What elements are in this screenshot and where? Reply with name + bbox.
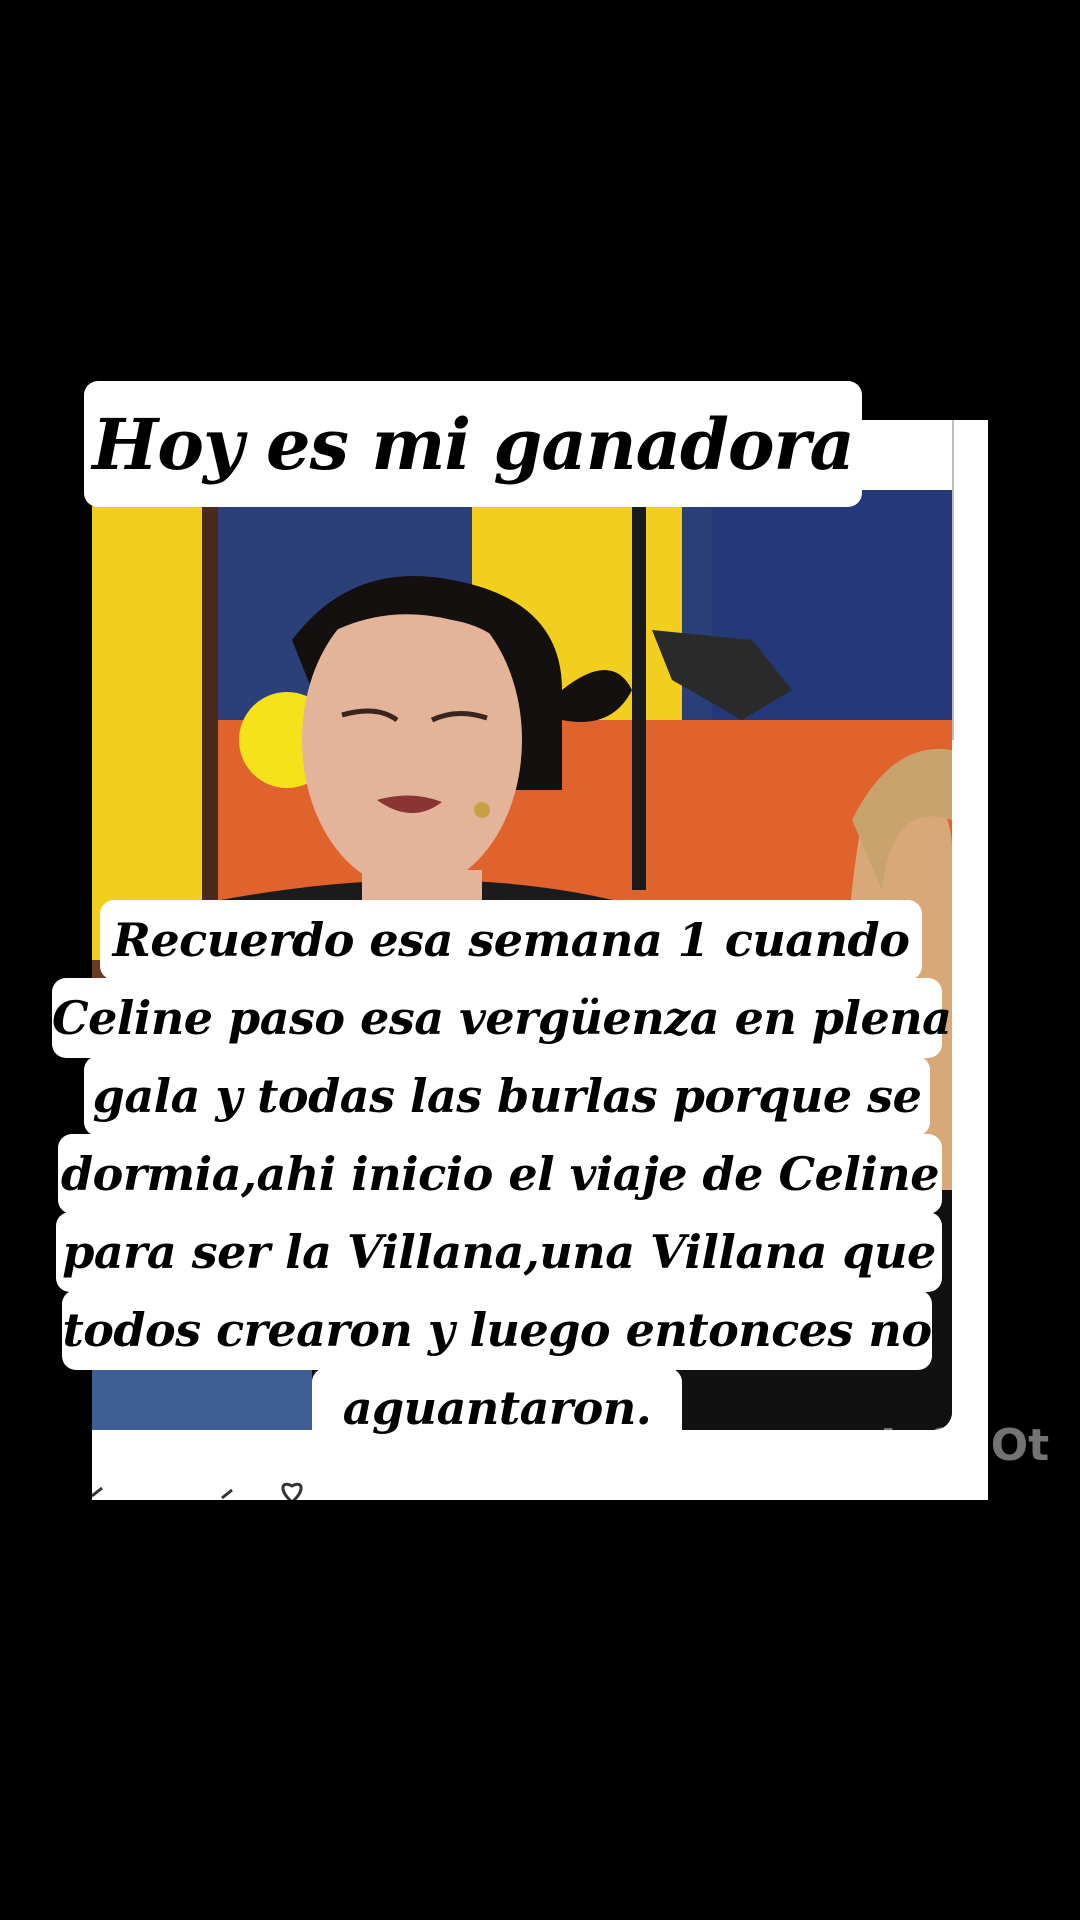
screen: Hoy es mi ganadora Recuerdo esa semana 1…: [0, 0, 1080, 1920]
caption-line: aguantaron.: [312, 1368, 682, 1448]
caption-line: Celine paso esa vergüenza en plena: [52, 978, 952, 1058]
caption-line: todos crearon y luego entonces no: [62, 1290, 932, 1370]
caption-line: para ser la Villana,una Villana que: [56, 1212, 942, 1292]
caption-line: Recuerdo esa semana 1 cuando: [100, 900, 922, 980]
title-text: Hoy es mi ganadora: [92, 402, 855, 486]
post-actions: [92, 1476, 392, 1500]
caption-line: dormia,ahi inicio el viaje de Celine: [58, 1134, 942, 1214]
caption-line: gala y todas las burlas porque se: [84, 1056, 930, 1136]
heart-icon[interactable]: [281, 1482, 303, 1500]
watermark-logo: InShOt: [880, 1420, 1050, 1471]
scroll-divider: [952, 420, 954, 740]
title-label: Hoy es mi ganadora: [84, 381, 862, 507]
